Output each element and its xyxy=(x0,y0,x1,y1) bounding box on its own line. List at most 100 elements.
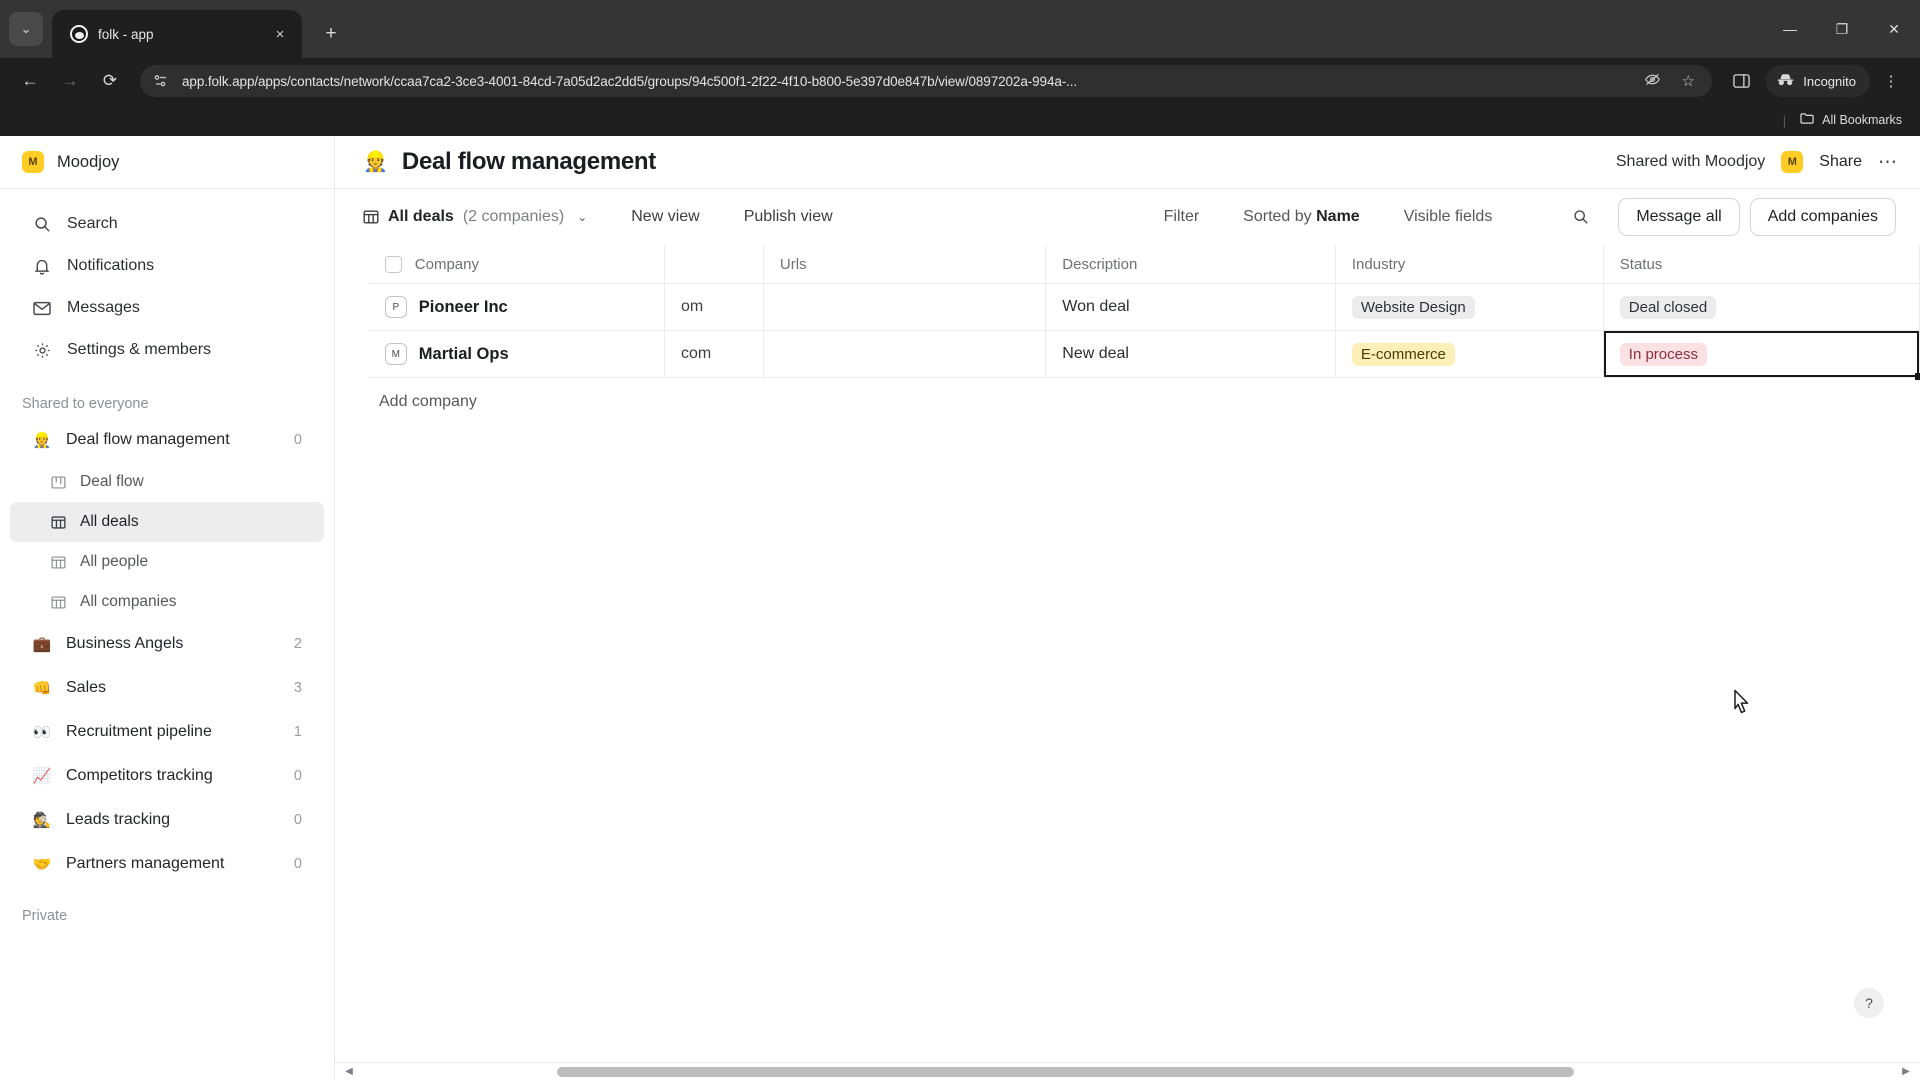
cell-description[interactable]: Won deal xyxy=(1045,283,1336,331)
table-view-icon xyxy=(363,209,379,225)
browser-tab[interactable]: folk - app × xyxy=(52,10,302,58)
sidebar-view-all-deals[interactable]: All deals xyxy=(10,502,324,542)
back-icon[interactable]: ← xyxy=(12,63,48,99)
new-view-button[interactable]: New view xyxy=(631,208,699,226)
sidebar-group-deal-flow-management[interactable]: 👷 Deal flow management 0 xyxy=(10,418,324,462)
sort-field: Name xyxy=(1316,208,1360,225)
bookmarks-bar: | All Bookmarks xyxy=(0,104,1920,136)
add-company-button[interactable]: Add company xyxy=(335,378,1920,426)
add-column-button[interactable]: + xyxy=(1910,245,1920,283)
help-button[interactable]: ? xyxy=(1854,988,1884,1018)
message-all-button[interactable]: Message all xyxy=(1618,198,1740,236)
new-tab-button[interactable]: + xyxy=(314,17,348,51)
browser-toolbar: ← → ⟳ app.folk.app/apps/contacts/network… xyxy=(0,58,1920,104)
sidebar-item-settings-members[interactable]: Settings & members xyxy=(10,329,324,371)
window-close-button[interactable]: ✕ xyxy=(1868,0,1920,58)
column-header-company[interactable]: Company xyxy=(368,245,665,284)
sidebar-group-competitors-tracking[interactable]: 📈 Competitors tracking 0 xyxy=(10,754,324,798)
cell-partial[interactable]: com xyxy=(664,330,764,378)
industry-tag: E-commerce xyxy=(1351,342,1455,366)
url-text: app.folk.app/apps/contacts/network/ccaa7… xyxy=(182,73,1078,89)
sidebar-view-all-people[interactable]: All people xyxy=(10,542,324,582)
side-panel-icon[interactable] xyxy=(1724,64,1758,98)
sidebar-view-label: All companies xyxy=(80,593,177,610)
chevron-down-icon[interactable]: ⌄ xyxy=(577,210,587,224)
board-view-icon xyxy=(50,475,67,490)
cell-status-selected[interactable]: In process xyxy=(1603,330,1920,380)
cell-company[interactable]: P Pioneer Inc xyxy=(368,283,665,331)
incognito-label: Incognito xyxy=(1803,73,1856,89)
sidebar-group-recruitment-pipeline[interactable]: 👀 Recruitment pipeline 1 xyxy=(10,710,324,754)
sidebar-item-messages[interactable]: Messages xyxy=(10,287,324,329)
sidebar-group-business-angels[interactable]: 💼 Business Angels 2 xyxy=(10,622,324,666)
maximize-button[interactable]: ❐ xyxy=(1816,0,1868,58)
close-icon[interactable]: × xyxy=(268,22,292,46)
sidebar-item-search[interactable]: Search xyxy=(10,203,324,245)
sidebar-group-sales[interactable]: 👊 Sales 3 xyxy=(10,666,324,710)
scroll-right-arrow-icon[interactable]: ▶ xyxy=(1898,1066,1914,1077)
envelope-icon xyxy=(32,301,52,316)
tab-title: folk - app xyxy=(98,26,154,42)
all-bookmarks-button[interactable]: All Bookmarks xyxy=(1800,112,1902,128)
cell-text: com xyxy=(680,345,712,362)
forward-icon[interactable]: → xyxy=(52,63,88,99)
sidebar-view-deal-flow[interactable]: Deal flow xyxy=(10,462,324,502)
filter-button[interactable]: Filter xyxy=(1164,208,1200,226)
tab-search-icon[interactable]: ⌄ xyxy=(9,12,43,46)
reload-icon[interactable]: ⟳ xyxy=(92,63,128,99)
address-bar[interactable]: app.folk.app/apps/contacts/network/ccaa7… xyxy=(140,65,1713,97)
column-header-status[interactable]: Status xyxy=(1603,245,1920,284)
sidebar-view-all-companies[interactable]: All companies xyxy=(10,582,324,622)
sidebar-item-label: Messages xyxy=(67,299,140,316)
scrollbar-track[interactable] xyxy=(357,1066,1898,1077)
add-companies-button[interactable]: Add companies xyxy=(1749,198,1896,236)
scrollbar-thumb[interactable] xyxy=(557,1066,1575,1077)
bookmarks-separator: | xyxy=(1782,112,1787,128)
cell-partial[interactable]: om xyxy=(664,283,764,331)
sidebar-group-leads-tracking[interactable]: 🕵️ Leads tracking 0 xyxy=(10,798,324,842)
cell-urls[interactable] xyxy=(763,330,1047,378)
cell-description[interactable]: New deal xyxy=(1045,330,1336,378)
sidebar-view-label: All people xyxy=(80,553,149,570)
cell-text: Won deal xyxy=(1062,298,1130,315)
cell-text: New deal xyxy=(1062,345,1129,362)
cell-industry[interactable]: Website Design xyxy=(1335,283,1604,331)
visible-fields-button[interactable]: Visible fields xyxy=(1404,208,1493,226)
eyes-emoji-icon: 👀 xyxy=(32,723,52,741)
sidebar-group-partners-management[interactable]: 🤝 Partners management 0 xyxy=(10,842,324,886)
all-bookmarks-label: All Bookmarks xyxy=(1822,113,1902,127)
publish-view-button[interactable]: Publish view xyxy=(744,208,833,226)
cell-company[interactable]: M Martial Ops xyxy=(368,330,665,378)
sort-button[interactable]: Sorted by Name xyxy=(1243,208,1360,226)
incognito-indicator[interactable]: Incognito xyxy=(1766,65,1870,97)
eye-crossed-icon[interactable] xyxy=(1640,71,1664,92)
fist-emoji-icon: 👊 xyxy=(32,679,52,697)
site-settings-icon[interactable] xyxy=(152,72,170,90)
view-selector[interactable]: All deals (2 companies) ⌄ xyxy=(363,208,587,226)
column-header-description[interactable]: Description xyxy=(1045,245,1336,284)
column-header-urls[interactable]: Urls xyxy=(763,245,1047,284)
workspace-switcher[interactable]: M Moodjoy xyxy=(0,136,334,189)
column-header-industry[interactable]: Industry xyxy=(1335,245,1604,284)
scroll-left-arrow-icon[interactable]: ◀ xyxy=(341,1066,357,1077)
cell-urls[interactable] xyxy=(763,283,1047,331)
star-icon[interactable]: ☆ xyxy=(1676,72,1700,90)
minimize-button[interactable]: — xyxy=(1764,0,1816,58)
table-row[interactable]: M Martial Ops com New deal E-commerce In… xyxy=(335,330,1920,380)
table-view-icon xyxy=(50,555,67,570)
column-label: Company xyxy=(414,255,479,273)
column-header-partial[interactable] xyxy=(664,245,764,284)
horizontal-scrollbar[interactable]: ◀ ▶ xyxy=(335,1062,1920,1080)
search-icon[interactable] xyxy=(1564,200,1598,234)
cell-industry[interactable]: E-commerce xyxy=(1335,330,1604,378)
table-row[interactable]: P Pioneer Inc om Won deal Website Design… xyxy=(335,283,1920,331)
sidebar-group-count: 2 xyxy=(293,636,302,652)
three-dot-menu-icon[interactable]: ⋮ xyxy=(1874,64,1908,98)
cell-status[interactable]: Deal closed xyxy=(1603,283,1920,331)
select-all-checkbox[interactable] xyxy=(384,255,402,273)
private-section-label: Private xyxy=(22,908,68,924)
selection-fill-handle[interactable] xyxy=(1915,373,1920,380)
more-options-icon[interactable]: ⋯ xyxy=(1878,151,1898,174)
share-button[interactable]: Share xyxy=(1819,153,1862,171)
sidebar-item-notifications[interactable]: Notifications xyxy=(10,245,324,287)
